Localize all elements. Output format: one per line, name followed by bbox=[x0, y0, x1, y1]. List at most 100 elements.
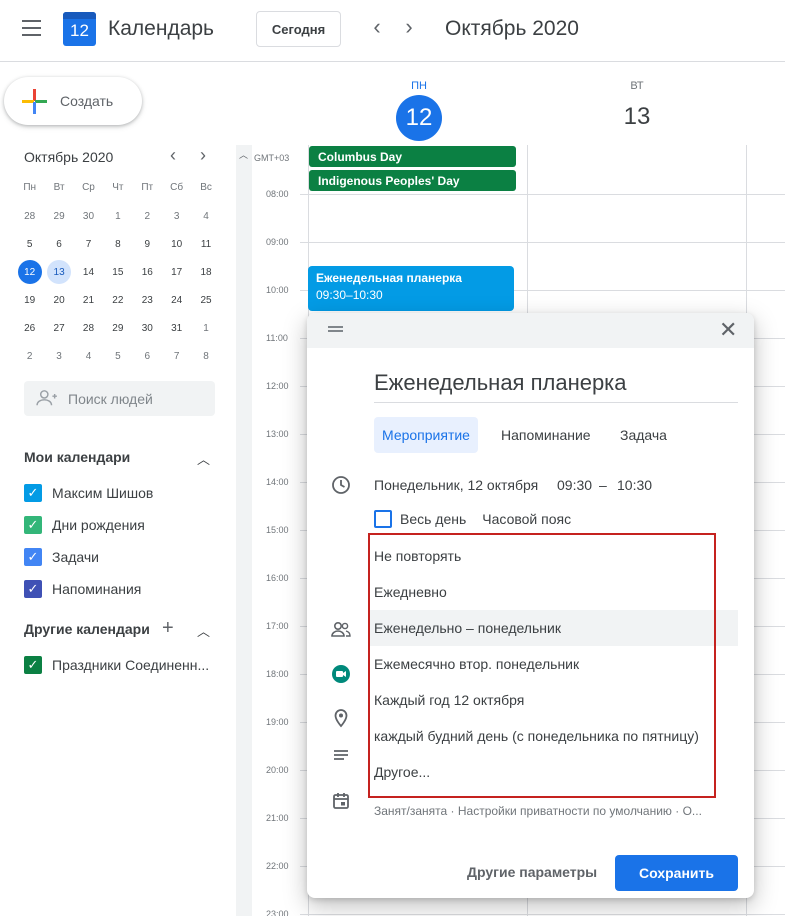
mini-calendar-day[interactable]: 4 bbox=[191, 202, 220, 230]
calendar-event[interactable]: Еженедельная планерка 09:30–10:30 bbox=[308, 266, 514, 311]
calendar-list-item[interactable]: ✓ Праздники Соединенн... bbox=[24, 655, 209, 675]
repeat-option[interactable]: Ежемесячно втор. понедельник bbox=[368, 646, 738, 682]
scrollbar-track[interactable] bbox=[236, 145, 252, 916]
mini-next-month-icon[interactable]: › bbox=[200, 145, 206, 166]
calendar-checkbox[interactable]: ✓ bbox=[24, 548, 42, 566]
mini-calendar-day[interactable]: 20 bbox=[44, 286, 73, 314]
mini-calendar-day[interactable]: 28 bbox=[15, 202, 44, 230]
mini-calendar-day[interactable]: 13 bbox=[44, 258, 73, 286]
mini-calendar-day[interactable]: 18 bbox=[191, 258, 220, 286]
mini-calendar-day-number: 2 bbox=[26, 350, 33, 362]
event-title-input[interactable]: Еженедельная планерка bbox=[374, 370, 738, 403]
my-calendars-title[interactable]: Мои календари bbox=[24, 449, 130, 465]
privacy-summary[interactable]: Занят/занята · Настройки приватности по … bbox=[374, 804, 734, 818]
mini-calendar-day[interactable]: 29 bbox=[103, 314, 132, 342]
close-icon[interactable]: ✕ bbox=[719, 317, 737, 343]
previous-period-icon[interactable]: ‹ bbox=[365, 16, 389, 40]
mini-calendar-day[interactable]: 12 bbox=[15, 258, 44, 286]
mini-calendar-day[interactable]: 2 bbox=[15, 342, 44, 370]
mini-calendar-day[interactable]: 25 bbox=[191, 286, 220, 314]
next-period-icon[interactable]: › bbox=[397, 16, 421, 40]
mini-calendar-day[interactable]: 28 bbox=[74, 314, 103, 342]
mini-calendar-day[interactable]: 23 bbox=[133, 286, 162, 314]
allday-event[interactable]: Columbus Day bbox=[309, 146, 516, 167]
main-menu-icon[interactable] bbox=[22, 20, 41, 36]
mini-calendar-day[interactable]: 19 bbox=[15, 286, 44, 314]
mini-calendar-day[interactable]: 4 bbox=[74, 342, 103, 370]
calendar-list-item[interactable]: ✓ Задачи bbox=[24, 547, 99, 567]
mini-calendar-day[interactable]: 27 bbox=[44, 314, 73, 342]
mini-calendar-day[interactable]: 1 bbox=[103, 202, 132, 230]
mini-calendar-day[interactable]: 11 bbox=[191, 230, 220, 258]
people-search-input[interactable]: Поиск людей bbox=[24, 381, 215, 416]
mini-calendar-day[interactable]: 30 bbox=[133, 314, 162, 342]
mini-calendar-day[interactable]: 15 bbox=[103, 258, 132, 286]
mini-calendar-day[interactable]: 22 bbox=[103, 286, 132, 314]
mini-calendar-day[interactable]: 7 bbox=[162, 342, 191, 370]
tab-event[interactable]: Мероприятие bbox=[374, 417, 478, 453]
collapse-other-calendars-icon[interactable]: ︿ bbox=[197, 621, 210, 640]
mini-calendar-day[interactable]: 3 bbox=[162, 202, 191, 230]
other-calendars-title[interactable]: Другие календари bbox=[24, 621, 150, 637]
time-label: 15:00 bbox=[266, 525, 289, 535]
mini-calendar-day[interactable]: 9 bbox=[133, 230, 162, 258]
mini-calendar-day[interactable]: 21 bbox=[74, 286, 103, 314]
create-button[interactable]: Создать bbox=[4, 77, 142, 125]
event-date[interactable]: Понедельник, 12 октября bbox=[374, 477, 538, 493]
repeat-option[interactable]: Еженедельно – понедельник bbox=[368, 610, 738, 646]
calendar-list-item[interactable]: ✓ Максим Шишов bbox=[24, 483, 153, 503]
allday-checkbox[interactable] bbox=[374, 510, 392, 528]
mini-calendar-day[interactable]: 3 bbox=[44, 342, 73, 370]
mini-calendar-day[interactable]: 24 bbox=[162, 286, 191, 314]
day-number-today[interactable]: 12 bbox=[396, 95, 442, 141]
mini-calendar-day[interactable]: 31 bbox=[162, 314, 191, 342]
mini-calendar-day[interactable]: 5 bbox=[15, 230, 44, 258]
tab-reminder[interactable]: Напоминание bbox=[501, 417, 591, 453]
mini-calendar-day[interactable]: 8 bbox=[103, 230, 132, 258]
calendar-checkbox[interactable]: ✓ bbox=[24, 516, 42, 534]
repeat-option[interactable]: Не повторять bbox=[368, 538, 738, 574]
mini-calendar-day[interactable]: 7 bbox=[74, 230, 103, 258]
add-calendar-icon[interactable]: + bbox=[162, 617, 174, 640]
collapse-my-calendars-icon[interactable]: ︿ bbox=[197, 449, 210, 468]
mini-prev-month-icon[interactable]: ‹ bbox=[170, 145, 176, 166]
save-button[interactable]: Сохранить bbox=[615, 855, 738, 891]
allday-event[interactable]: Indigenous Peoples' Day bbox=[309, 170, 516, 191]
calendar-list-item[interactable]: ✓ Напоминания bbox=[24, 579, 141, 599]
day-name-tue: ВТ bbox=[630, 80, 644, 92]
mini-calendar-day[interactable]: 5 bbox=[103, 342, 132, 370]
repeat-option[interactable]: Другое... bbox=[368, 754, 738, 790]
mini-calendar-day[interactable]: 29 bbox=[44, 202, 73, 230]
mini-calendar-day[interactable]: 26 bbox=[15, 314, 44, 342]
mini-calendar-day[interactable]: 16 bbox=[133, 258, 162, 286]
mini-calendar-day[interactable]: 6 bbox=[44, 230, 73, 258]
mini-calendar-day[interactable]: 2 bbox=[133, 202, 162, 230]
more-options-button[interactable]: Другие параметры bbox=[467, 864, 597, 880]
dialog-header: ✕ bbox=[307, 313, 754, 348]
event-start-time[interactable]: 09:30 bbox=[557, 477, 592, 493]
calendar-checkbox[interactable]: ✓ bbox=[24, 580, 42, 598]
repeat-option[interactable]: каждый будний день (с понедельника по пя… bbox=[368, 718, 738, 754]
repeat-option[interactable]: Ежедневно bbox=[368, 574, 738, 610]
day-number-tue[interactable]: 13 bbox=[614, 103, 660, 131]
repeat-option[interactable]: Каждый год 12 октября bbox=[368, 682, 738, 718]
mini-calendar-day[interactable]: 1 bbox=[191, 314, 220, 342]
timezone-link[interactable]: Часовой пояс bbox=[482, 511, 571, 527]
calendar-logo-icon[interactable]: 12 bbox=[63, 12, 96, 46]
tab-task[interactable]: Задача bbox=[620, 417, 667, 453]
mini-calendar-day[interactable]: 6 bbox=[133, 342, 162, 370]
mini-calendar-day[interactable]: 30 bbox=[74, 202, 103, 230]
calendar-checkbox[interactable]: ✓ bbox=[24, 484, 42, 502]
time-label: 12:00 bbox=[266, 381, 289, 391]
scroll-up-icon[interactable]: ︿ bbox=[239, 148, 248, 161]
mini-calendar-day[interactable]: 10 bbox=[162, 230, 191, 258]
app-title[interactable]: Календарь bbox=[108, 17, 214, 41]
drag-handle-icon[interactable] bbox=[328, 326, 343, 332]
calendar-list-item[interactable]: ✓ Дни рождения bbox=[24, 515, 145, 535]
today-button[interactable]: Сегодня bbox=[256, 11, 341, 47]
mini-calendar-day[interactable]: 8 bbox=[191, 342, 220, 370]
event-end-time[interactable]: 10:30 bbox=[617, 477, 652, 493]
mini-calendar-day[interactable]: 17 bbox=[162, 258, 191, 286]
mini-calendar-day[interactable]: 14 bbox=[74, 258, 103, 286]
calendar-checkbox[interactable]: ✓ bbox=[24, 656, 42, 674]
